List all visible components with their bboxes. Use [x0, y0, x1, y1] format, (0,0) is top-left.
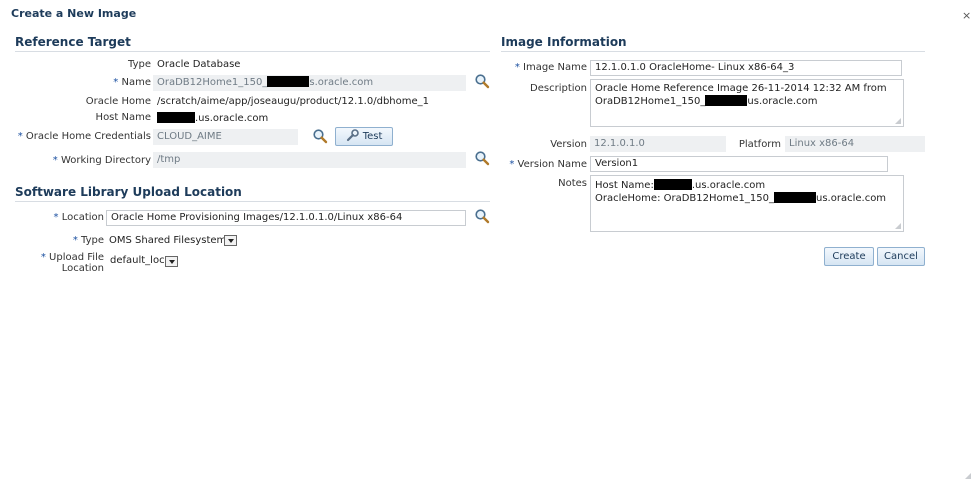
chevron-down-icon[interactable] — [165, 256, 178, 267]
notes-textarea[interactable]: Host Name: .us.oracle.com OracleHome: Ora… — [590, 175, 904, 232]
image-information-title: Image Information — [501, 35, 627, 49]
platform-label: Platform — [738, 139, 781, 150]
image-name-label: * Image Name — [514, 62, 587, 73]
credentials-label: * Oracle Home Credentials — [17, 131, 151, 142]
version-name-label: * Version Name — [509, 159, 587, 170]
description-textarea[interactable]: Oracle Home Reference Image 26-11-2014 1… — [590, 79, 904, 127]
type-value: Oracle Database — [157, 59, 241, 70]
section-divider — [501, 51, 925, 52]
image-name-field[interactable]: 12.1.0.1.0 OracleHome- Linux x86-64_3 — [590, 60, 902, 76]
host-name-value: .us.oracle.com — [157, 112, 268, 124]
name-field[interactable]: OraDB12Home1_150_ s.oracle.com — [153, 75, 466, 91]
resize-grip-icon[interactable] — [894, 222, 901, 229]
host-name-label: Host Name — [95, 112, 151, 123]
oracle-home-label: Oracle Home — [85, 96, 151, 107]
credentials-search-icon[interactable] — [312, 128, 328, 147]
description-label: Description — [530, 83, 587, 94]
upload-location-select[interactable]: default_loc — [106, 253, 188, 268]
test-button[interactable]: Test — [335, 127, 393, 146]
notes-label: Notes — [558, 178, 587, 189]
location-field[interactable]: Oracle Home Provisioning Images/12.1.0.1… — [106, 210, 466, 226]
close-icon[interactable]: × — [962, 9, 971, 22]
upload-location-label: * Upload File Location — [40, 252, 104, 274]
chevron-down-icon[interactable] — [224, 235, 237, 246]
storage-type-select[interactable]: OMS Shared Filesystem — [106, 233, 240, 248]
location-search-icon[interactable] — [474, 208, 490, 227]
working-dir-label: * Working Directory — [52, 155, 151, 166]
create-button[interactable]: Create — [824, 247, 874, 266]
storage-type-label: * Type — [72, 235, 104, 246]
dialog-title: Create a New Image — [11, 7, 137, 20]
software-library-title: Software Library Upload Location — [15, 185, 242, 199]
reference-target-title: Reference Target — [15, 35, 131, 49]
cancel-button[interactable]: Cancel — [877, 247, 925, 266]
version-label: Version — [550, 139, 587, 150]
platform-field: Linux x86-64 — [785, 136, 925, 152]
resize-grip-icon[interactable] — [894, 117, 901, 124]
location-label: * Location — [53, 212, 104, 223]
version-field: 12.1.0.1.0 — [590, 136, 726, 152]
version-name-field[interactable]: Version1 — [590, 156, 888, 172]
section-divider — [15, 51, 490, 52]
dialog-resize-icon[interactable] — [964, 472, 971, 479]
name-label: * Name — [113, 77, 151, 88]
wrench-icon — [346, 128, 360, 148]
section-divider — [15, 201, 490, 202]
working-dir-field[interactable]: /tmp — [153, 152, 466, 168]
oracle-home-value: /scratch/aime/app/joseaugu/product/12.1.… — [157, 96, 429, 107]
required-marker: * — [113, 77, 119, 88]
type-label: Type — [128, 59, 151, 70]
credentials-field[interactable]: CLOUD_AIME — [153, 129, 298, 145]
